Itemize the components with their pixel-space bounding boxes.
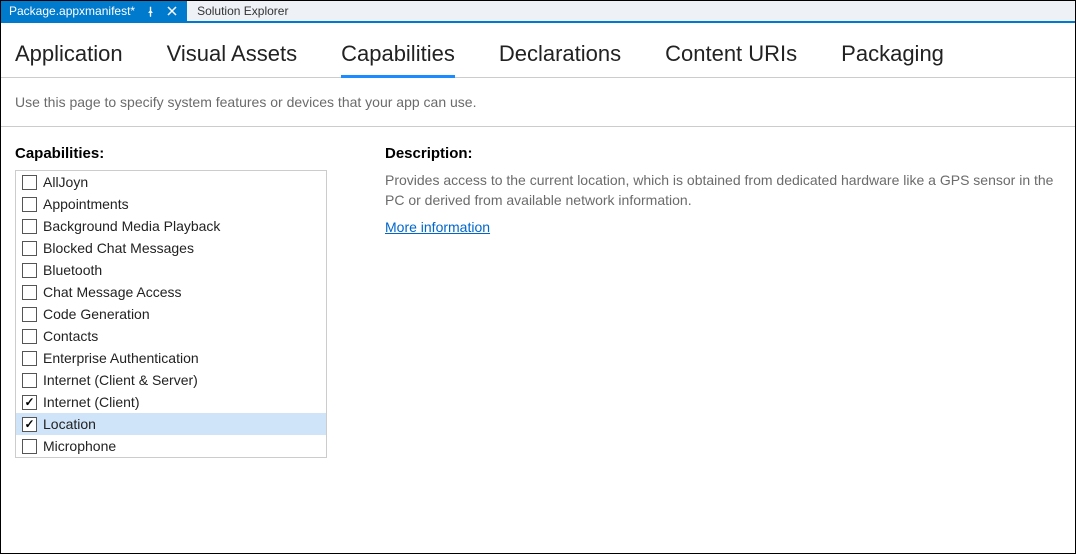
capability-item[interactable]: Location (16, 413, 326, 435)
capabilities-header: Capabilities: (15, 145, 327, 162)
tab-visual-assets[interactable]: Visual Assets (167, 41, 297, 78)
document-tab-label: Package.appxmanifest* (9, 4, 135, 18)
capability-label: Location (43, 416, 96, 432)
capability-item[interactable]: Enterprise Authentication (16, 347, 326, 369)
checkbox[interactable] (22, 175, 37, 190)
capability-item[interactable]: Internet (Client) (16, 391, 326, 413)
capability-label: Internet (Client & Server) (43, 372, 198, 388)
checkbox[interactable] (22, 307, 37, 322)
capability-item[interactable]: Code Generation (16, 303, 326, 325)
capability-label: Chat Message Access (43, 284, 182, 300)
capability-label: Background Media Playback (43, 218, 220, 234)
pin-icon[interactable] (143, 4, 157, 18)
tab-declarations[interactable]: Declarations (499, 41, 621, 78)
document-tab-solution-explorer[interactable]: Solution Explorer (187, 1, 298, 21)
capability-label: Appointments (43, 196, 129, 212)
checkbox[interactable] (22, 373, 37, 388)
manifest-editor-tabs: Application Visual Assets Capabilities Decl… (1, 23, 1075, 78)
checkbox[interactable] (22, 329, 37, 344)
checkbox[interactable] (22, 351, 37, 366)
capability-label: Blocked Chat Messages (43, 240, 194, 256)
close-icon[interactable] (165, 4, 179, 18)
capability-label: Enterprise Authentication (43, 350, 199, 366)
checkbox[interactable] (22, 241, 37, 256)
tab-content-uris[interactable]: Content URIs (665, 41, 797, 78)
capabilities-list[interactable]: AllJoyn Appointments Background Media Play… (15, 170, 327, 458)
capability-item[interactable]: Bluetooth (16, 259, 326, 281)
tab-capabilities[interactable]: Capabilities (341, 41, 455, 78)
capability-label: Bluetooth (43, 262, 102, 278)
document-tab-well: Package.appxmanifest* Solution Explorer (1, 1, 1075, 23)
capability-label: Internet (Client) (43, 394, 139, 410)
capability-item[interactable]: Blocked Chat Messages (16, 237, 326, 259)
document-tab-label: Solution Explorer (197, 4, 288, 18)
capability-item[interactable]: Chat Message Access (16, 281, 326, 303)
tab-application[interactable]: Application (15, 41, 123, 78)
capability-item[interactable]: Microphone (16, 435, 326, 457)
checkbox[interactable] (22, 219, 37, 234)
capability-label: Microphone (43, 438, 116, 454)
checkbox[interactable] (22, 263, 37, 278)
checkbox[interactable] (22, 395, 37, 410)
description-text: Provides access to the current location,… (385, 170, 1061, 211)
capabilities-column: Capabilities: AllJoyn Appointments Backgro… (15, 145, 327, 458)
capability-item[interactable]: AllJoyn (16, 171, 326, 193)
tab-packaging[interactable]: Packaging (841, 41, 944, 78)
description-header: Description: (385, 145, 1061, 162)
capability-item[interactable]: Background Media Playback (16, 215, 326, 237)
capability-item[interactable]: Appointments (16, 193, 326, 215)
capability-label: AllJoyn (43, 174, 88, 190)
content-area: Capabilities: AllJoyn Appointments Backgro… (1, 127, 1075, 458)
capability-item[interactable]: Internet (Client & Server) (16, 369, 326, 391)
capability-item[interactable]: Contacts (16, 325, 326, 347)
more-information-link[interactable]: More information (385, 219, 490, 235)
page-description: Use this page to specify system features… (1, 78, 1075, 127)
checkbox[interactable] (22, 417, 37, 432)
description-column: Description: Provides access to the curr… (385, 145, 1061, 458)
checkbox[interactable] (22, 285, 37, 300)
capability-label: Code Generation (43, 306, 150, 322)
capability-label: Contacts (43, 328, 98, 344)
checkbox[interactable] (22, 197, 37, 212)
document-tab-active[interactable]: Package.appxmanifest* (1, 1, 187, 21)
checkbox[interactable] (22, 439, 37, 454)
